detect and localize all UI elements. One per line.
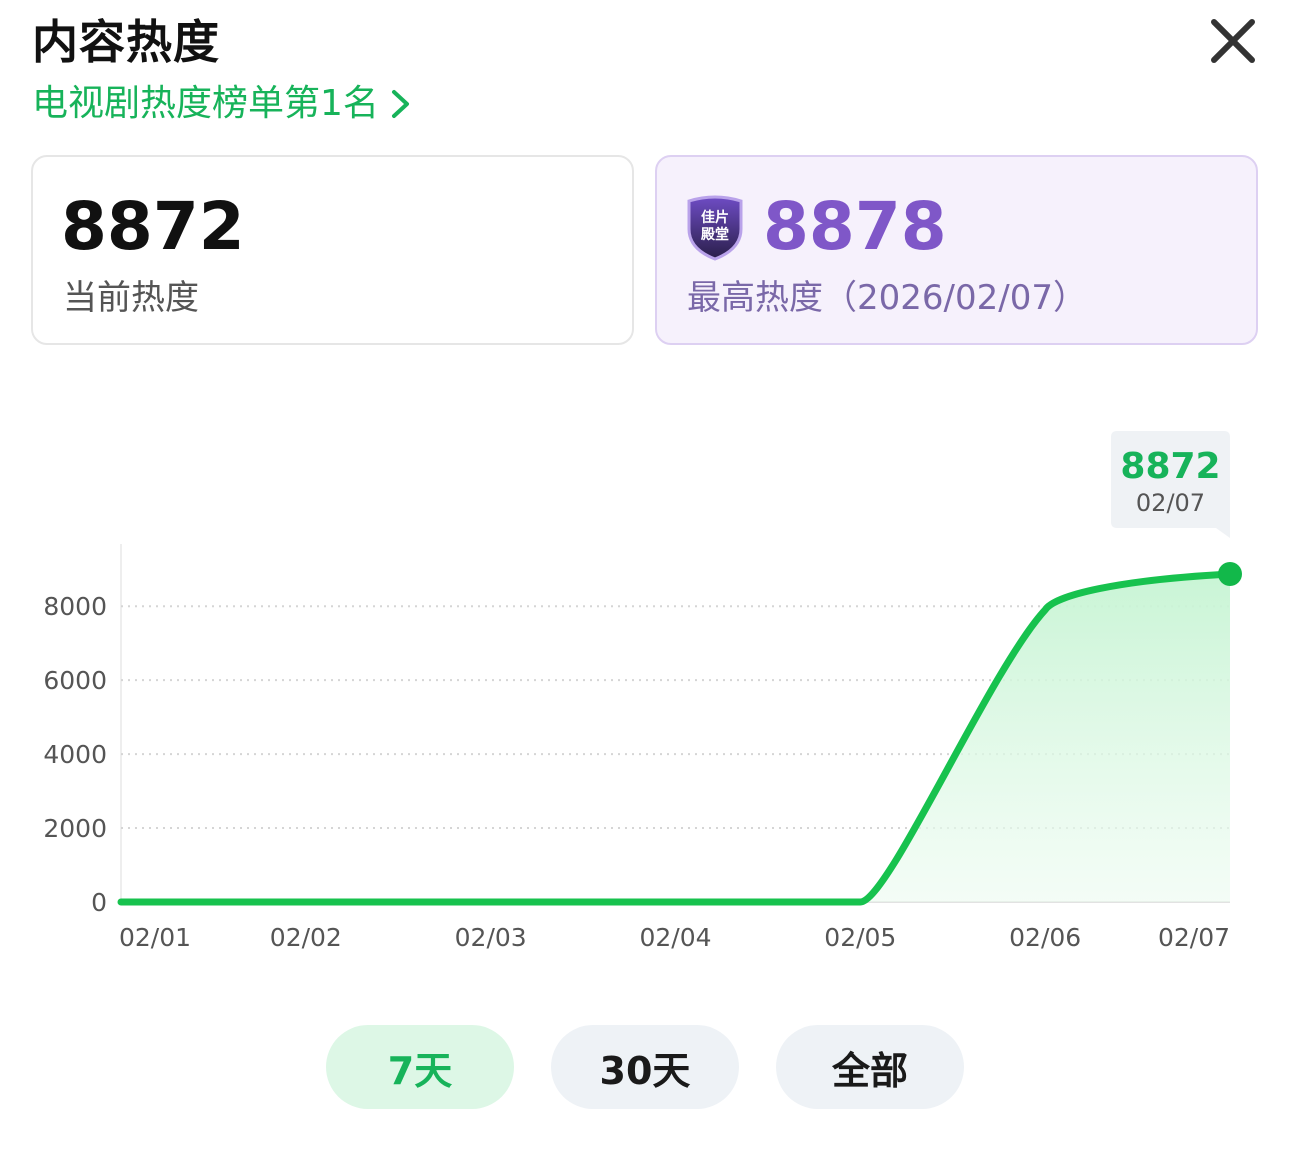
x-tick-label: 02/07 xyxy=(1158,923,1230,952)
heat-panel: 内容热度 电视剧热度榜单第1名 8872 当前热度 佳片 殿堂 8878 最高热… xyxy=(0,0,1290,1171)
y-tick-label: 0 xyxy=(91,888,107,917)
series-area xyxy=(121,574,1230,902)
y-tick-label: 2000 xyxy=(43,814,107,843)
heat-trend-chart[interactable]: 02000400060008000 02/01 02/02 02/03 02/04 02… xyxy=(0,0,1290,1000)
y-tick-label: 4000 xyxy=(43,740,107,769)
range-tab-all[interactable]: 全部 xyxy=(776,1025,964,1109)
x-tick-label: 02/04 xyxy=(639,923,711,952)
heat-series xyxy=(117,562,1242,906)
x-tick-label: 02/02 xyxy=(270,923,342,952)
x-tick-label: 02/03 xyxy=(455,923,527,952)
y-tick-label: 6000 xyxy=(43,666,107,695)
data-point-last xyxy=(1218,562,1242,586)
range-tab-7d[interactable]: 7天 xyxy=(326,1025,514,1109)
x-tick-label: 02/05 xyxy=(824,923,896,952)
range-tab-30d[interactable]: 30天 xyxy=(551,1025,739,1109)
tooltip-date: 02/07 xyxy=(1136,489,1205,517)
x-axis: 02/01 02/02 02/03 02/04 02/05 02/06 02/07 xyxy=(119,923,1230,952)
tooltip-value: 8872 xyxy=(1120,446,1220,487)
x-tick-label: 02/01 xyxy=(119,923,191,952)
y-axis: 0 2000 4000 6000 8000 xyxy=(43,592,107,917)
x-tick-label: 02/06 xyxy=(1009,923,1081,952)
y-tick-label: 8000 xyxy=(43,592,107,621)
chart-tooltip: 887202/07 xyxy=(1111,431,1230,538)
